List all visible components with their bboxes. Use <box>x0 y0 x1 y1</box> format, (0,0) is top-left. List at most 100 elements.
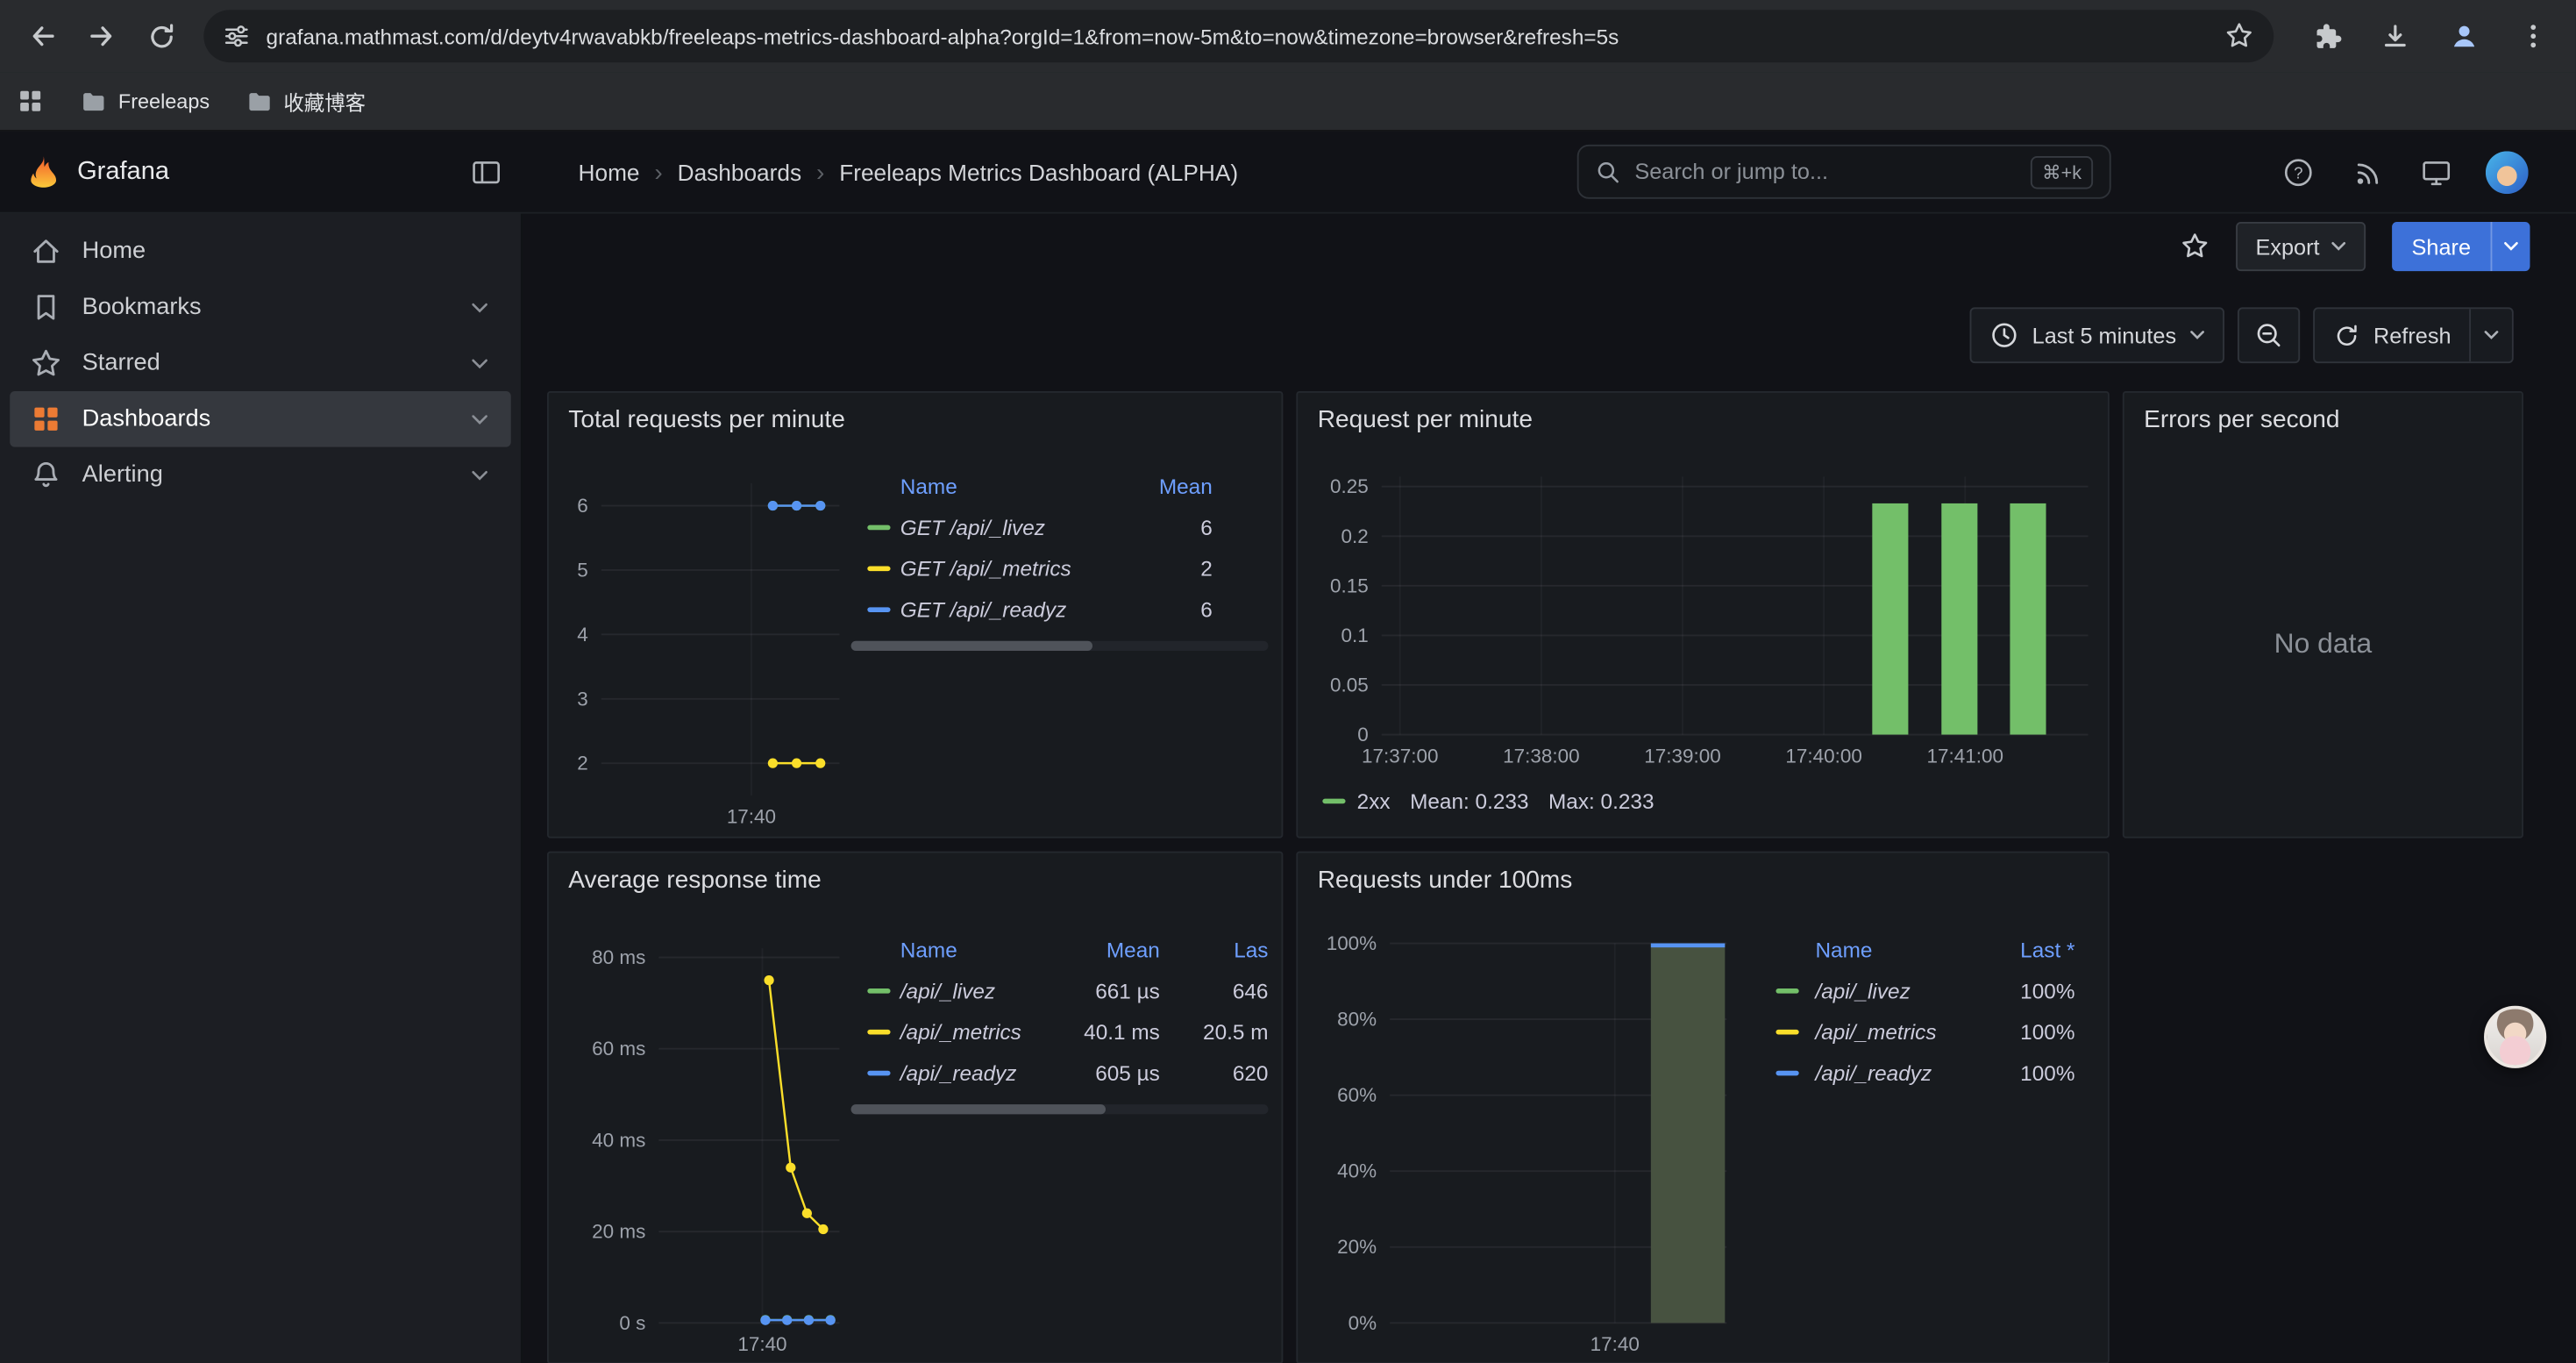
legend-row[interactable]: GET /api/_readyz6 <box>851 589 1269 630</box>
zoom-out-icon[interactable] <box>2237 307 2299 363</box>
svg-text:0.05: 0.05 <box>1330 674 1369 696</box>
legend-item[interactable]: 2xx <box>1322 789 1390 813</box>
svg-text:17:40: 17:40 <box>1590 1333 1640 1355</box>
extensions-icon[interactable] <box>2296 6 2355 65</box>
chevron-down-icon[interactable] <box>472 358 488 369</box>
url-bar[interactable]: grafana.mathmast.com/d/deytv4rwavabkb/fr… <box>203 10 2274 62</box>
panel-body: 0.250.20.150.10.05017:37:0017:38:0017:39… <box>1298 393 2108 837</box>
series-color-swatch <box>867 606 890 611</box>
series-color-swatch <box>1322 799 1345 804</box>
panel-title[interactable]: Requests under 100ms <box>1318 866 1573 894</box>
browser-toolbar: grafana.mathmast.com/d/deytv4rwavabkb/fr… <box>0 0 2576 72</box>
back-icon[interactable] <box>13 6 72 65</box>
help-icon[interactable]: ? <box>2281 154 2316 190</box>
legend-row[interactable]: /api/_livez661 µs646 <box>851 969 1269 1010</box>
time-range-picker[interactable]: Last 5 minutes <box>1969 307 2224 363</box>
menu-kebab-icon[interactable] <box>2504 6 2563 65</box>
svg-text:5: 5 <box>577 559 588 581</box>
panel-request-per-minute: Request per minute 0.250.20.150.10.05017… <box>1296 391 2109 838</box>
legend-cell: /api/_livez <box>1815 978 1910 1003</box>
news-rss-icon[interactable] <box>2349 154 2385 190</box>
chevron-down-icon[interactable] <box>472 469 488 481</box>
svg-text:80%: 80% <box>1337 1009 1377 1031</box>
legend-cell: 605 µs <box>1095 1060 1160 1085</box>
sidebar-item-home[interactable]: Home <box>10 224 510 280</box>
legend-column-header[interactable]: Name <box>1815 937 1872 961</box>
svg-text:17:39:00: 17:39:00 <box>1644 745 1720 767</box>
breadcrumb-home[interactable]: Home <box>579 160 640 186</box>
legend-cell: GET /api/_livez <box>900 514 1045 539</box>
profile-icon[interactable] <box>2435 6 2494 65</box>
sidebar-toggle-icon[interactable] <box>470 156 502 189</box>
series-name: 2xx <box>1357 789 1391 813</box>
legend-column-header[interactable]: Name <box>900 474 957 498</box>
svg-text:17:40: 17:40 <box>737 1333 786 1355</box>
share-label[interactable]: Share <box>2392 222 2490 271</box>
bell-icon <box>30 459 62 491</box>
legend-column-header[interactable]: Las <box>1234 937 1268 961</box>
panel-title[interactable]: Average response time <box>568 866 822 894</box>
legend-table: Name Last * /api/_livez100%/api/_metrics10… <box>1760 929 2089 1093</box>
forward-icon[interactable] <box>72 6 131 65</box>
user-avatar[interactable] <box>2486 151 2529 194</box>
sidebar-item-label: Alerting <box>82 462 163 489</box>
legend-column-header[interactable]: Mean <box>1107 937 1160 961</box>
grafana-logo[interactable] <box>25 153 62 190</box>
panel-title[interactable]: Request per minute <box>1318 406 1533 434</box>
bookmark-folder-blog[interactable]: 收藏博客 <box>246 85 366 117</box>
sidebar-item-label: Dashboards <box>82 406 210 432</box>
time-controls-bar: Last 5 minutes Refresh <box>523 306 2576 365</box>
site-settings-icon[interactable] <box>224 23 250 49</box>
legend-column-header[interactable]: Last * <box>2020 937 2074 961</box>
legend-scrollbar-thumb[interactable] <box>851 1104 1106 1114</box>
svg-text:0: 0 <box>1357 724 1369 746</box>
reload-icon[interactable] <box>132 6 190 65</box>
share-button[interactable]: Share <box>2392 222 2530 271</box>
floating-avatar[interactable] <box>2484 1006 2546 1068</box>
panel-average-response-time: Average response time 80 ms60 ms40 ms20 … <box>547 852 1283 1363</box>
legend-scrollbar-thumb[interactable] <box>851 641 1093 651</box>
panel-body: 100%80%60%40%20%0%17:40NameLast */api/_l… <box>1298 853 2108 1362</box>
legend-row[interactable]: /api/_readyz605 µs620 <box>851 1052 1269 1093</box>
export-button[interactable]: Export <box>2236 222 2366 271</box>
bookmark-star-icon[interactable] <box>2224 21 2254 51</box>
breadcrumb-current: Freeleaps Metrics Dashboard (ALPHA) <box>839 160 1238 186</box>
legend-row[interactable]: GET /api/_livez 6 <box>851 506 1269 547</box>
share-menu-chevron-icon[interactable] <box>2491 222 2530 271</box>
legend-row[interactable]: /api/_livez100% <box>1760 969 2089 1010</box>
series-color-swatch <box>1775 988 1798 993</box>
home-icon <box>30 235 62 268</box>
kiosk-monitor-icon[interactable] <box>2418 154 2454 190</box>
chart-canvas: 0.250.20.150.10.05017:37:0017:38:0017:39… <box>1298 393 2110 840</box>
legend-cell: 6 <box>1200 514 1213 539</box>
svg-text:60%: 60% <box>1337 1084 1377 1106</box>
sidebar-item-starred[interactable]: Starred <box>10 335 510 391</box>
legend-row[interactable]: /api/_metrics40.1 ms20.5 m <box>851 1010 1269 1052</box>
legend-column-header[interactable]: Mean <box>1159 474 1213 498</box>
refresh-button[interactable]: Refresh <box>2315 309 2470 361</box>
svg-text:60 ms: 60 ms <box>592 1038 645 1060</box>
downloads-icon[interactable] <box>2366 6 2424 65</box>
favorite-star-icon[interactable] <box>2180 232 2210 261</box>
legend-column-header[interactable]: Name <box>900 937 957 961</box>
apps-grid-icon[interactable] <box>17 87 45 115</box>
chevron-down-icon[interactable] <box>472 302 488 313</box>
sidebar-item-alerting[interactable]: Alerting <box>10 447 510 503</box>
panel-title[interactable]: Total requests per minute <box>568 406 845 434</box>
svg-text:2: 2 <box>577 753 588 774</box>
legend-row[interactable]: /api/_readyz100% <box>1760 1052 2089 1093</box>
legend-row[interactable]: GET /api/_metrics2 <box>851 547 1269 589</box>
sidebar-item-dashboards[interactable]: Dashboards <box>10 391 510 447</box>
sidebar-item-bookmarks[interactable]: Bookmarks <box>10 280 510 336</box>
panel-title[interactable]: Errors per second <box>2144 406 2339 434</box>
legend-row[interactable]: /api/_metrics100% <box>1760 1010 2089 1052</box>
breadcrumb-dashboards[interactable]: Dashboards <box>678 160 801 186</box>
time-range-label: Last 5 minutes <box>2032 323 2177 347</box>
chevron-down-icon[interactable] <box>472 413 488 425</box>
search-input[interactable]: Search or jump to... ⌘+k <box>1577 145 2111 199</box>
breadcrumb: Home › Dashboards › Freeleaps Metrics Da… <box>579 132 1239 214</box>
refresh-interval-chevron-icon[interactable] <box>2469 309 2512 361</box>
bookmark-folder-freeleaps[interactable]: Freeleaps <box>81 88 210 114</box>
browser-actions <box>2296 6 2563 65</box>
svg-text:3: 3 <box>577 688 588 710</box>
